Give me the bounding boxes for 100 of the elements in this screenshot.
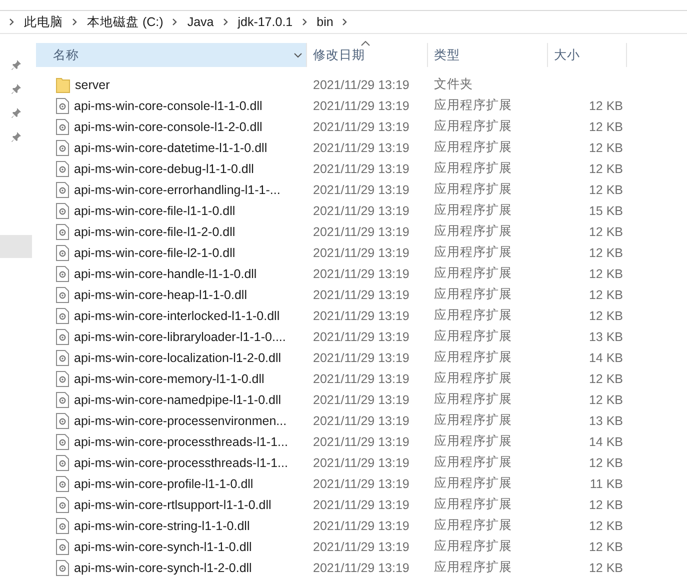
file-name[interactable]: api-ms-win-core-heap-l1-1-0.dll	[74, 288, 247, 302]
column-header[interactable]: 类型	[428, 43, 548, 67]
file-icon	[56, 266, 69, 282]
file-name[interactable]: api-ms-win-core-rtlsupport-l1-1-0.dll	[74, 498, 272, 512]
file-name[interactable]: api-ms-win-core-console-l1-1-0.dll	[74, 98, 262, 112]
pin-icon[interactable]	[11, 132, 21, 142]
file-name[interactable]: api-ms-win-core-processthreads-l1-1...	[74, 434, 288, 448]
file-name[interactable]: api-ms-win-core-handle-l1-1-0.dll	[74, 266, 257, 280]
file-size: 12 KB	[588, 308, 623, 322]
file-size: 12 KB	[588, 182, 623, 196]
chevron-icon[interactable]	[9, 18, 15, 26]
chevron-icon[interactable]	[172, 18, 178, 26]
breadcrumb-item[interactable]: Java	[187, 15, 214, 29]
file-name[interactable]: api-ms-win-core-profile-l1-1-0.dll	[74, 476, 254, 490]
file-name[interactable]: api-ms-win-core-interlocked-l1-1-0.dll	[74, 308, 280, 322]
file-size: 12 KB	[588, 456, 623, 470]
file-type: 应用程序扩展	[434, 202, 512, 219]
file-name[interactable]: api-ms-win-core-datetime-l1-1-0.dll	[74, 140, 268, 154]
modified-date: 2021/11/29 13:19	[313, 434, 410, 448]
chevron-icon[interactable]	[342, 18, 348, 26]
file-icon	[56, 160, 69, 176]
modified-date: 2021/11/29 13:19	[313, 372, 410, 386]
file-type: 应用程序扩展	[434, 559, 512, 576]
file-size: 12 KB	[588, 288, 623, 302]
file-name[interactable]: api-ms-win-core-processenvironmen...	[74, 414, 287, 428]
file-type: 应用程序扩展	[434, 244, 512, 261]
modified-date: 2021/11/29 13:19	[313, 456, 410, 470]
chevron-icon[interactable]	[72, 18, 78, 26]
file-type: 应用程序扩展	[434, 265, 512, 282]
file-type: 应用程序扩展	[434, 286, 512, 303]
file-name[interactable]: api-ms-win-core-string-l1-1-0.dll	[74, 518, 250, 532]
file-size: 13 KB	[588, 330, 623, 344]
file-type: 应用程序扩展	[434, 475, 512, 492]
file-icon	[56, 434, 69, 450]
file-name[interactable]: server	[75, 78, 110, 92]
file-name[interactable]: api-ms-win-core-file-l2-1-0.dll	[74, 246, 236, 260]
breadcrumb-item[interactable]: 本地磁盘 (C:)	[87, 14, 164, 30]
modified-date: 2021/11/29 13:19	[313, 246, 410, 260]
breadcrumb-item[interactable]: 此电脑	[24, 14, 63, 30]
file-icon	[56, 476, 69, 492]
file-size: 11 KB	[590, 476, 623, 490]
file-icon	[56, 454, 69, 470]
file-name[interactable]: api-ms-win-core-synch-l1-1-0.dll	[74, 540, 252, 554]
column-header[interactable]: 修改日期	[307, 43, 428, 67]
file-size: 12 KB	[588, 392, 623, 406]
file-icon	[56, 328, 69, 344]
modified-date: 2021/11/29 13:19	[313, 224, 410, 238]
file-icon	[56, 538, 69, 554]
file-type: 应用程序扩展	[434, 223, 512, 240]
file-name[interactable]: api-ms-win-core-libraryloader-l1-1-0....	[74, 330, 286, 344]
file-name[interactable]: api-ms-win-core-console-l1-2-0.dll	[74, 120, 262, 134]
file-size: 12 KB	[588, 246, 623, 260]
file-name[interactable]: api-ms-win-core-debug-l1-1-0.dll	[74, 162, 254, 176]
modified-date: 2021/11/29 13:19	[313, 498, 410, 512]
modified-date: 2021/11/29 13:19	[313, 162, 410, 176]
modified-date: 2021/11/29 13:19	[313, 518, 410, 532]
file-size: 12 KB	[588, 540, 623, 554]
file-icon	[56, 182, 69, 198]
file-name[interactable]: api-ms-win-core-synch-l1-2-0.dll	[74, 560, 252, 574]
file-name[interactable]: api-ms-win-core-file-l1-2-0.dll	[74, 224, 236, 238]
column-header[interactable]: 大小	[548, 43, 627, 67]
pin-icon[interactable]	[11, 84, 21, 94]
modified-date: 2021/11/29 13:19	[313, 98, 410, 112]
file-name[interactable]: api-ms-win-core-namedpipe-l1-1-0.dll	[74, 392, 282, 406]
file-type: 应用程序扩展	[434, 328, 512, 345]
modified-date: 2021/11/29 13:19	[313, 540, 410, 554]
column-header[interactable]: 名称	[36, 43, 307, 67]
breadcrumb-item[interactable]: bin	[316, 15, 334, 29]
file-icon	[56, 202, 69, 218]
file-type: 应用程序扩展	[434, 433, 512, 450]
dropdown-caret-icon[interactable]	[294, 53, 302, 58]
file-name[interactable]: api-ms-win-core-localization-l1-2-0.dll	[74, 350, 282, 364]
file-type: 文件夹	[434, 76, 473, 93]
file-name[interactable]: api-ms-win-core-file-l1-1-0.dll	[74, 204, 236, 218]
file-size: 12 KB	[588, 98, 623, 112]
breadcrumb-item[interactable]: jdk-17.0.1	[238, 15, 293, 29]
file-type: 应用程序扩展	[434, 517, 512, 534]
modified-date: 2021/11/29 13:19	[313, 78, 410, 92]
file-size: 15 KB	[588, 204, 623, 218]
file-type: 应用程序扩展	[434, 412, 512, 429]
file-icon	[56, 140, 69, 156]
file-size: 12 KB	[588, 120, 623, 134]
file-size: 12 KB	[588, 498, 623, 512]
chevron-icon[interactable]	[222, 18, 229, 26]
file-type: 应用程序扩展	[434, 370, 512, 387]
modified-date: 2021/11/29 13:19	[313, 414, 410, 428]
file-name[interactable]: api-ms-win-core-errorhandling-l1-1-...	[74, 182, 280, 196]
folder-icon	[56, 76, 70, 92]
pin-icon[interactable]	[11, 108, 21, 118]
file-icon	[56, 286, 69, 302]
chevron-icon[interactable]	[302, 18, 308, 26]
file-name[interactable]: api-ms-win-core-processthreads-l1-1...	[74, 456, 288, 470]
file-type: 应用程序扩展	[434, 139, 512, 156]
file-type: 应用程序扩展	[434, 391, 512, 408]
pin-icon[interactable]	[11, 60, 21, 70]
file-type: 应用程序扩展	[434, 118, 512, 135]
file-size: 12 KB	[588, 140, 623, 154]
file-icon	[56, 98, 69, 114]
file-name[interactable]: api-ms-win-core-memory-l1-1-0.dll	[74, 372, 264, 386]
modified-date: 2021/11/29 13:19	[313, 140, 410, 154]
